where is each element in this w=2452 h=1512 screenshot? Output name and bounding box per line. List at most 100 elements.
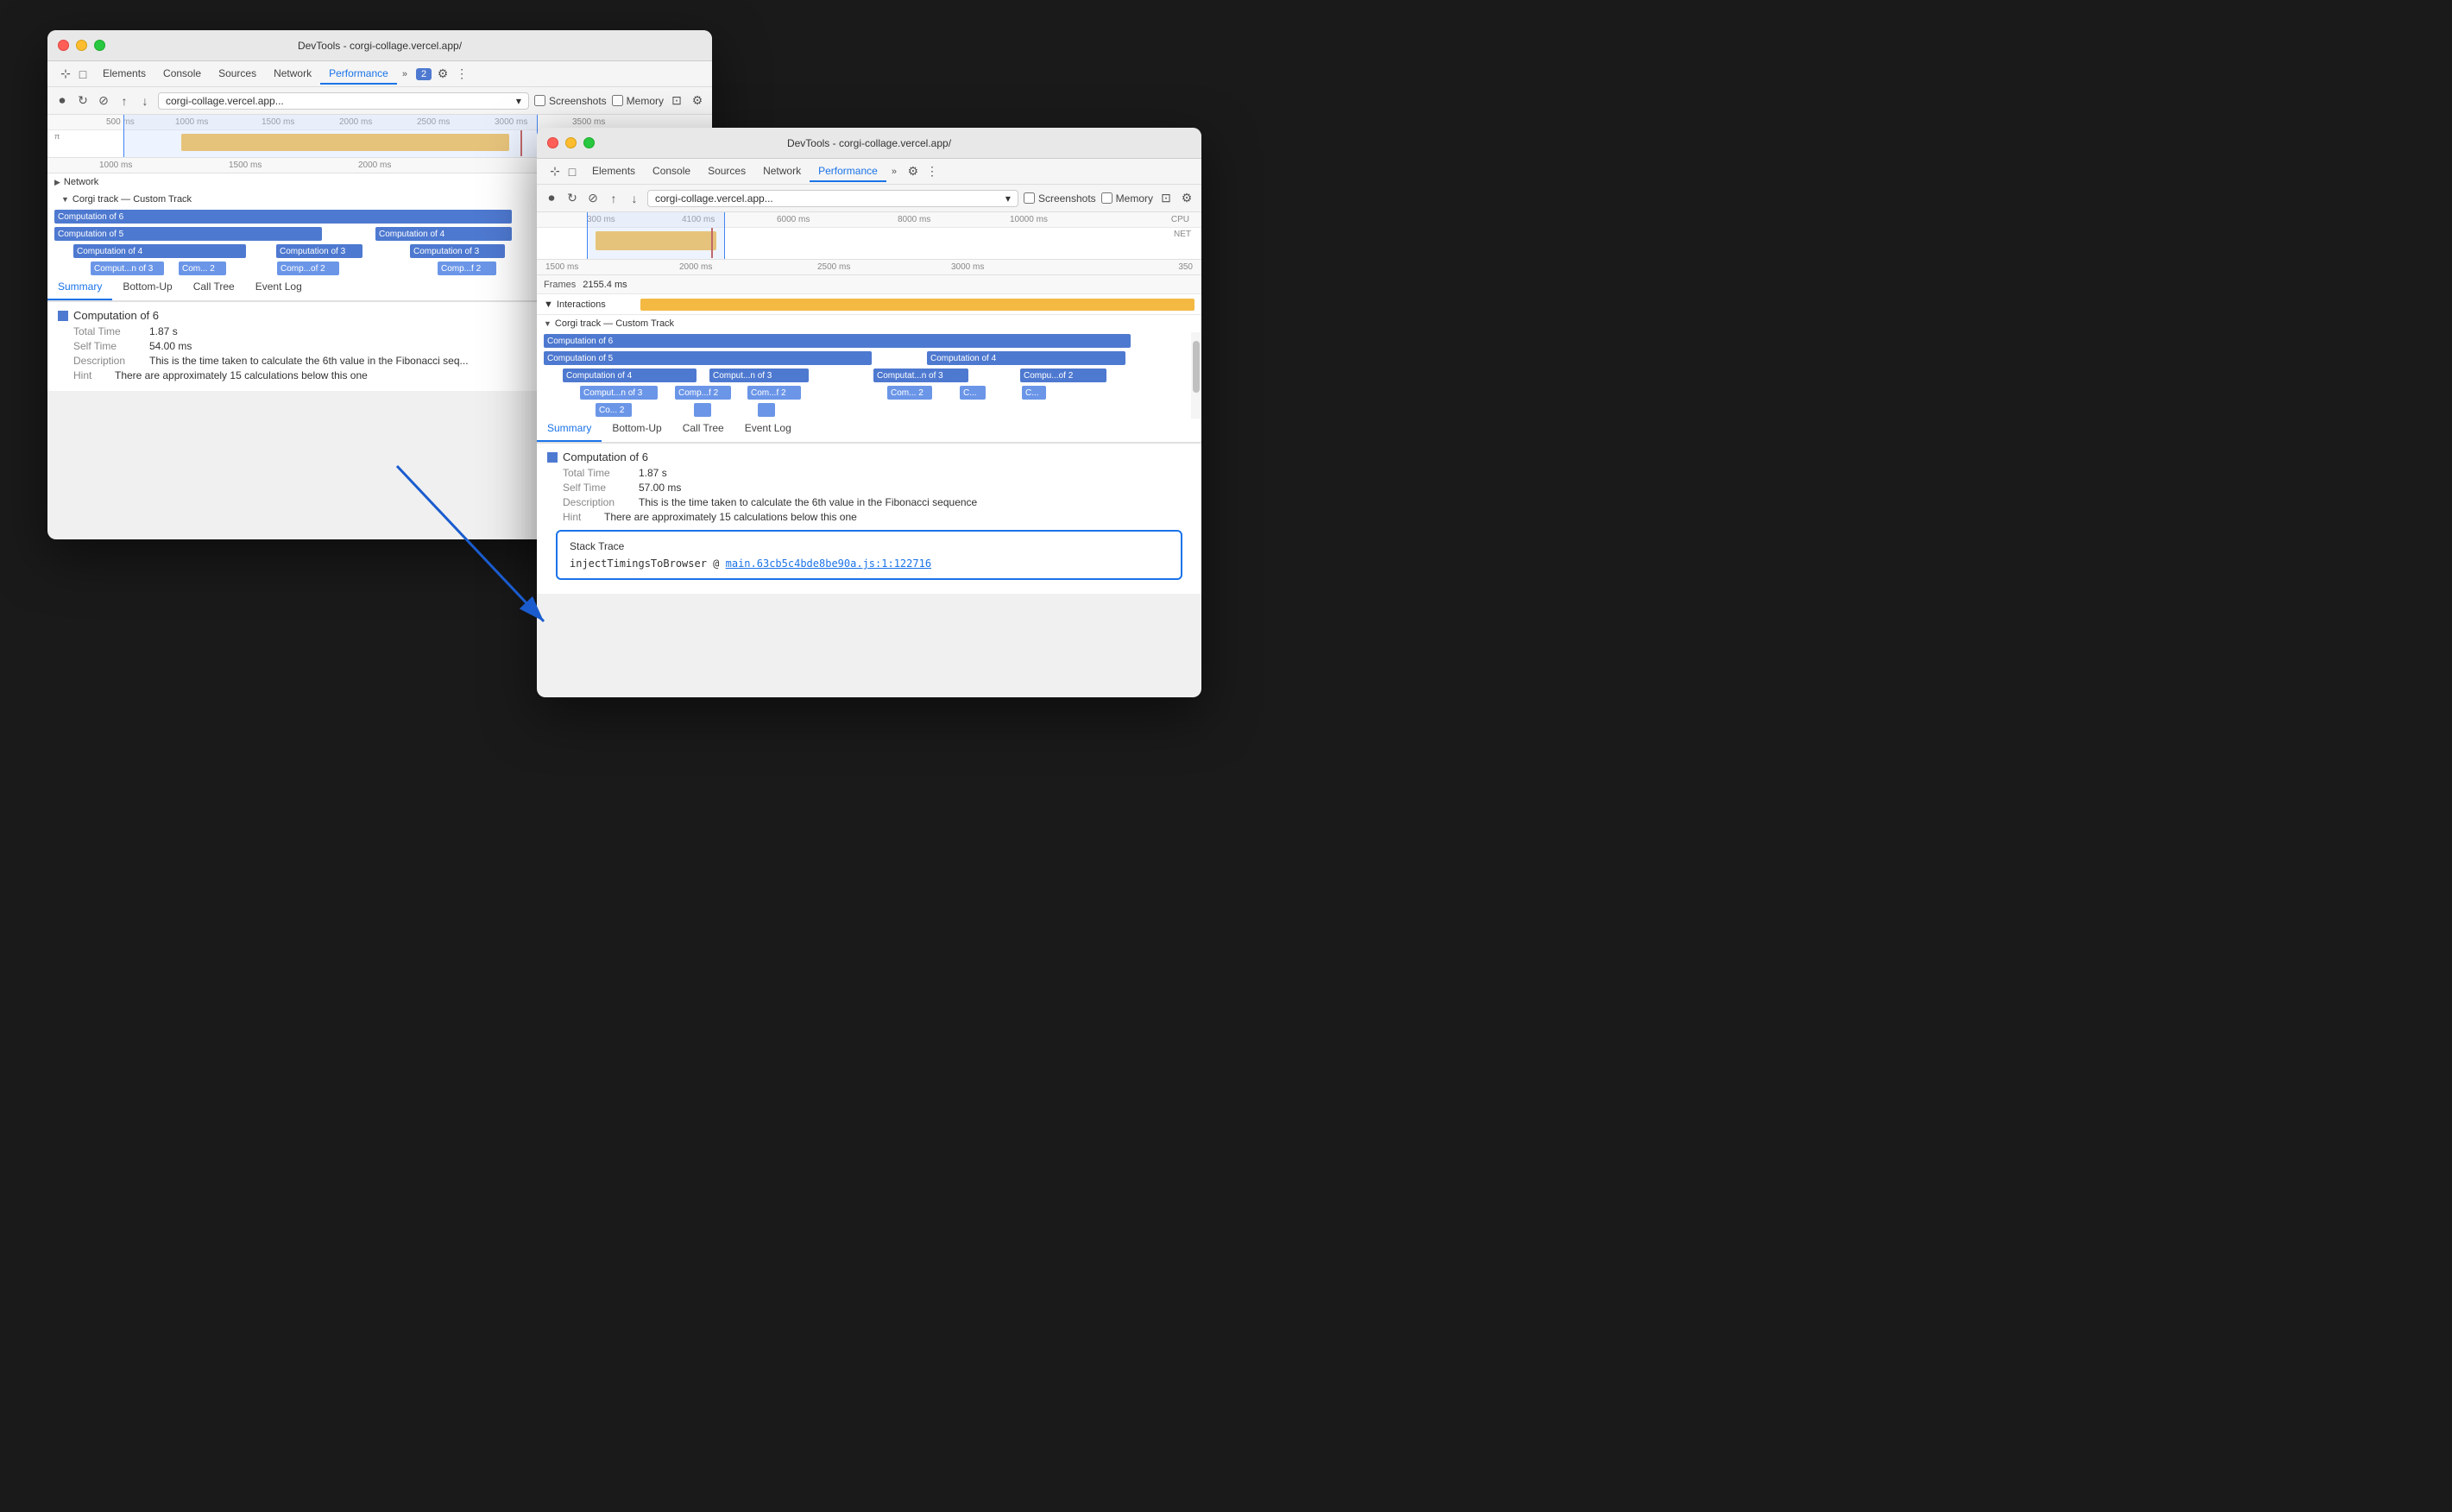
reload-icon-2[interactable]: ↻ [564, 191, 580, 206]
hint-value-2: There are approximately 15 calculations … [604, 511, 857, 523]
main-ruler-3000: 3000 ms [951, 262, 984, 272]
w2-comp2-bar-c[interactable]: Com...f 2 [747, 386, 801, 400]
screenshots-checkbox-2[interactable]: Screenshots [1024, 192, 1096, 205]
comp6-bar[interactable]: Computation of 6 [54, 210, 512, 224]
tab-performance-1[interactable]: Performance [320, 64, 397, 85]
tab-sources-2[interactable]: Sources [699, 161, 754, 182]
clear-icon-2[interactable]: ⊘ [585, 191, 601, 206]
w2-comp3-bar-c[interactable]: Comput...n of 3 [580, 386, 658, 400]
cursor-icon[interactable]: ⊹ [58, 66, 73, 82]
more-tabs-2[interactable]: » [886, 163, 902, 180]
tab-calltree-2[interactable]: Call Tree [672, 419, 734, 442]
w2-co2-bar-c[interactable] [758, 403, 775, 417]
w2-c-bar-a[interactable]: C... [960, 386, 986, 400]
custom-track-triangle-2: ▼ [544, 319, 552, 328]
comp3-bar-b[interactable]: Computation of 3 [410, 244, 505, 258]
upload-icon-2[interactable]: ↑ [606, 191, 621, 206]
record-icon-1[interactable]: ⏺ [54, 93, 70, 109]
total-time-value-1: 1.87 s [149, 325, 178, 337]
tab-eventlog-1[interactable]: Event Log [245, 277, 312, 300]
maximize-button-1[interactable] [94, 40, 105, 51]
tab-bottomup-2[interactable]: Bottom-Up [602, 419, 671, 442]
w2-co2-bar-a[interactable]: Co... 2 [596, 403, 632, 417]
minimize-button-2[interactable] [565, 137, 577, 148]
w2-comp4-bar-a[interactable]: Computation of 4 [927, 351, 1125, 365]
screenshots-checkbox-1[interactable]: Screenshots [534, 95, 607, 107]
scrollbar-2[interactable] [1191, 332, 1201, 419]
tab-bottomup-1[interactable]: Bottom-Up [112, 277, 182, 300]
comp5-bar[interactable]: Computation of 5 [54, 227, 322, 241]
comp3-bar-c[interactable]: Comput...n of 3 [91, 261, 164, 275]
clear-icon-1[interactable]: ⊘ [96, 93, 111, 109]
scrollbar-thumb-2[interactable] [1193, 341, 1200, 393]
inspector-icon-2[interactable]: □ [564, 164, 580, 180]
tab-console-2[interactable]: Console [644, 161, 699, 182]
cursor-icon-2[interactable]: ⊹ [547, 164, 563, 180]
comp2-bar-a[interactable]: Com... 2 [179, 261, 226, 275]
dropdown-arrow-2[interactable]: ▾ [1005, 192, 1011, 205]
more-tabs-1[interactable]: » [397, 66, 413, 83]
w2-comp2-bar-a[interactable]: Compu...of 2 [1020, 369, 1106, 382]
download-icon-1[interactable]: ↓ [137, 93, 153, 109]
w2-c-bar-b[interactable]: C... [1022, 386, 1046, 400]
dropdown-arrow-1[interactable]: ▾ [516, 95, 521, 107]
inspector-icon[interactable]: □ [75, 66, 91, 82]
close-button-1[interactable] [58, 40, 69, 51]
tab-summary-1[interactable]: Summary [47, 277, 112, 300]
title-bar-2: DevTools - corgi-collage.vercel.app/ [537, 128, 1201, 159]
comp2-bar-c[interactable]: Comp...f 2 [438, 261, 496, 275]
w2-comp2-bar-b[interactable]: Comp...f 2 [675, 386, 731, 400]
tab-network-2[interactable]: Network [754, 161, 810, 182]
overview-selection-2[interactable] [587, 212, 725, 259]
tab-elements-1[interactable]: Elements [94, 64, 154, 85]
maximize-button-2[interactable] [583, 137, 595, 148]
reload-icon-1[interactable]: ↻ [75, 93, 91, 109]
tab-summary-2[interactable]: Summary [537, 419, 602, 442]
memory-checkbox-2[interactable]: Memory [1101, 192, 1153, 205]
minimize-button-1[interactable] [76, 40, 87, 51]
w2-flame-row-3: Comput...n of 3 Comp...f 2 Com...f 2 Com… [537, 384, 1201, 401]
custom-track-label-2[interactable]: ▼ Corgi track — Custom Track [537, 315, 1201, 332]
devtools-settings-2[interactable]: ⚙ [1179, 191, 1194, 206]
w2-comp3-bar-a[interactable]: Comput...n of 3 [709, 369, 809, 382]
frames-label-2: Frames [544, 280, 576, 290]
w2-comp4-bar-b[interactable]: Computation of 4 [563, 369, 697, 382]
comp4-bar-b[interactable]: Computation of 4 [73, 244, 246, 258]
w2-comp3-bar-b[interactable]: Computat...n of 3 [873, 369, 968, 382]
w2-comp2-bar-d[interactable]: Com... 2 [887, 386, 932, 400]
url-bar-2[interactable]: corgi-collage.vercel.app... ▾ [647, 190, 1018, 207]
comp4-bar-a[interactable]: Computation of 4 [375, 227, 512, 241]
devtools-settings-1[interactable]: ⚙ [690, 93, 705, 109]
capture-icon-2[interactable]: ⊡ [1158, 191, 1174, 206]
settings-icon-1[interactable]: ⚙ [435, 66, 451, 82]
devtools-window-2: DevTools - corgi-collage.vercel.app/ ⊹ □… [537, 128, 1201, 697]
w2-comp6-bar[interactable]: Computation of 6 [544, 334, 1131, 348]
url-bar-1[interactable]: corgi-collage.vercel.app... ▾ [158, 92, 529, 110]
tab-sources-1[interactable]: Sources [210, 64, 265, 85]
selected-name-2: Computation of 6 [563, 450, 648, 463]
record-icon-2[interactable]: ⏺ [544, 191, 559, 206]
main-ruler-2000: 2000 ms [358, 161, 391, 170]
comp3-bar-a[interactable]: Computation of 3 [276, 244, 362, 258]
more-icon-1[interactable]: ⋮ [454, 66, 470, 82]
tab-elements-2[interactable]: Elements [583, 161, 644, 182]
color-box-1 [58, 311, 68, 321]
capture-icon-1[interactable]: ⊡ [669, 93, 684, 109]
main-ruler-2: 1500 ms 2000 ms 2500 ms 3000 ms 350 [537, 260, 1201, 275]
settings-icon-2[interactable]: ⚙ [905, 164, 921, 180]
tab-console-1[interactable]: Console [154, 64, 210, 85]
upload-icon-1[interactable]: ↑ [117, 93, 132, 109]
w2-comp5-bar[interactable]: Computation of 5 [544, 351, 872, 365]
download-icon-2[interactable]: ↓ [627, 191, 642, 206]
close-button-2[interactable] [547, 137, 558, 148]
tab-performance-2[interactable]: Performance [810, 161, 886, 182]
tab-eventlog-2[interactable]: Event Log [734, 419, 802, 442]
memory-checkbox-1[interactable]: Memory [612, 95, 664, 107]
self-time-label-1: Self Time [73, 340, 142, 352]
w2-co2-bar-b[interactable] [694, 403, 711, 417]
tab-calltree-1[interactable]: Call Tree [183, 277, 245, 300]
tab-network-1[interactable]: Network [265, 64, 320, 85]
more-icon-2[interactable]: ⋮ [924, 164, 940, 180]
stack-trace-link[interactable]: main.63cb5c4bde8be90a.js:1:122716 [726, 558, 931, 570]
comp2-bar-b[interactable]: Comp...of 2 [277, 261, 339, 275]
